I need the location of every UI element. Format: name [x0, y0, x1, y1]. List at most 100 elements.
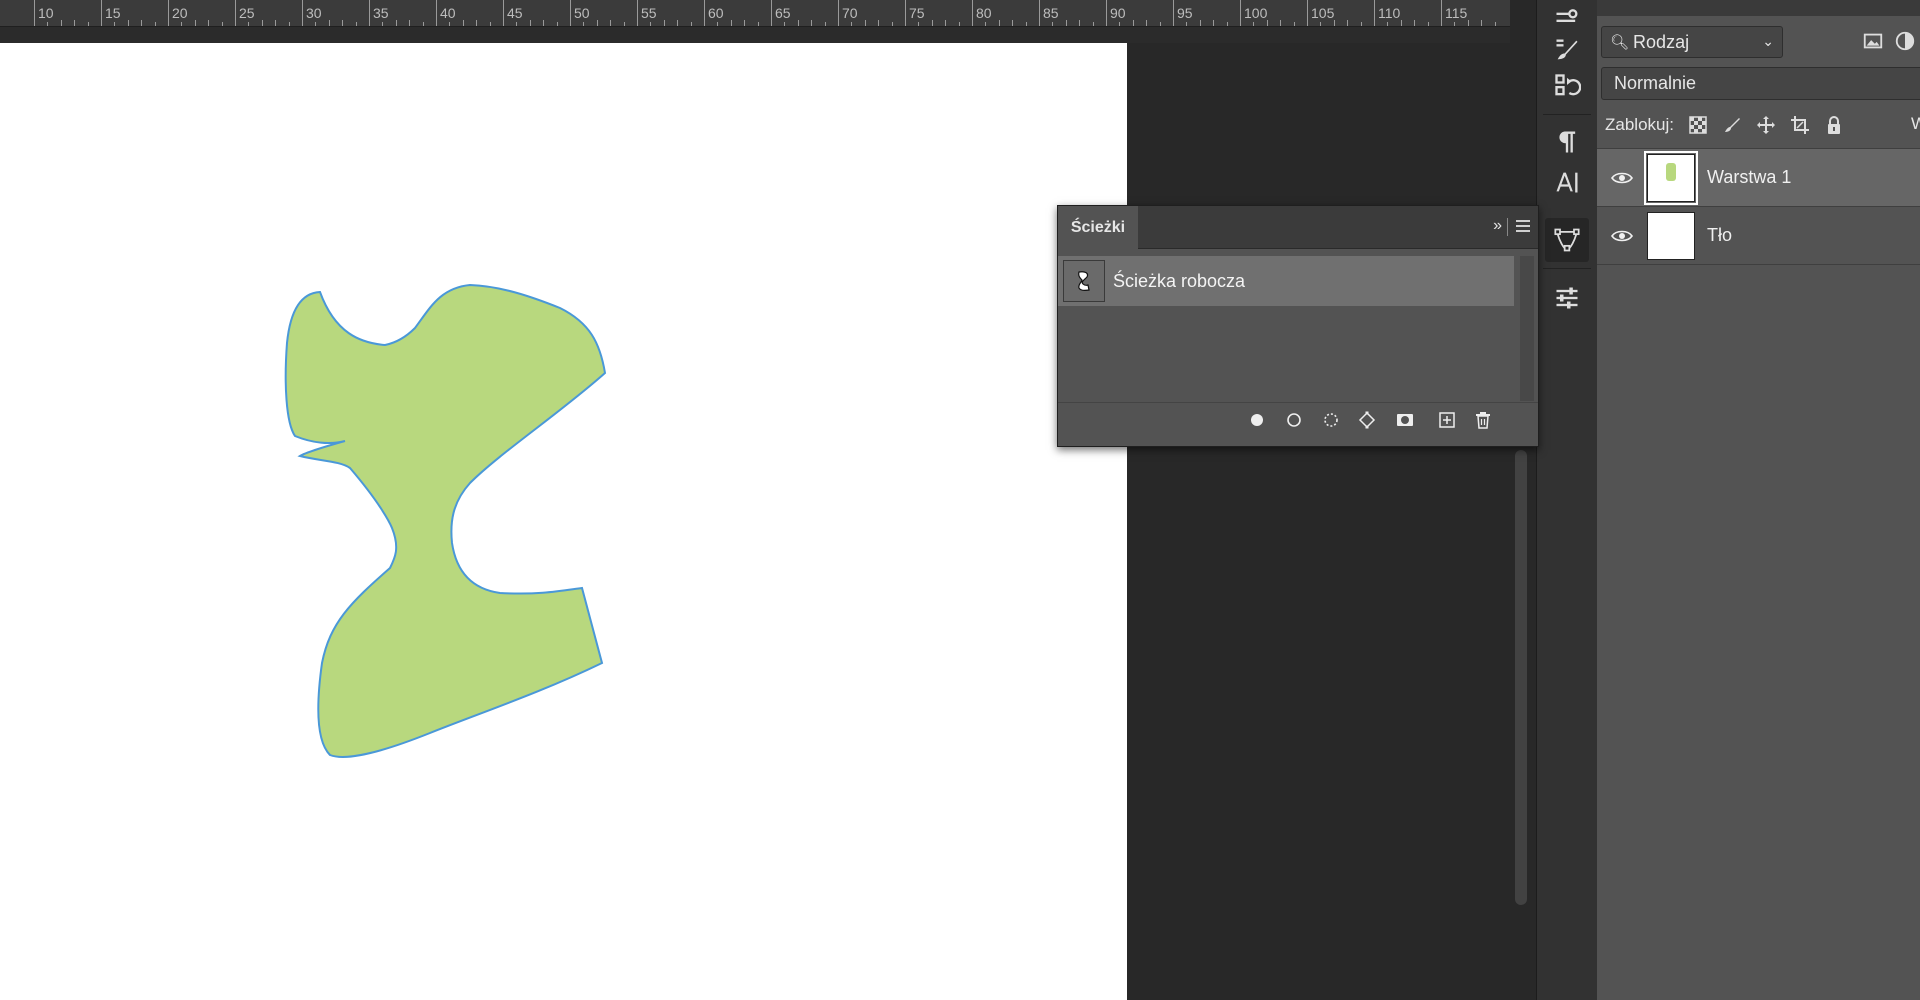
- layer-name: Tło: [1707, 225, 1733, 245]
- ruler-tick: [543, 20, 545, 26]
- ruler-tick: [382, 22, 384, 26]
- blend-mode-label: Normalnie: [1614, 73, 1697, 93]
- paths-icon[interactable]: [1545, 218, 1589, 262]
- ruler-number: 95: [1177, 5, 1193, 21]
- ruler-tick: [784, 22, 786, 26]
- ruler-tick: [302, 0, 303, 26]
- ruler-tick: [637, 0, 638, 26]
- ruler-tick: [1092, 22, 1094, 26]
- ruler-number: 25: [239, 5, 255, 21]
- search-icon: 🔍︎: [1610, 34, 1630, 51]
- ruler-tick: [529, 20, 531, 26]
- image-filter-icon[interactable]: [1862, 30, 1884, 52]
- ruler-number: 90: [1110, 5, 1126, 21]
- ruler-tick: [436, 0, 437, 26]
- fill-path-icon[interactable]: [1246, 409, 1268, 431]
- lock-transparency-icon[interactable]: [1688, 115, 1708, 135]
- lock-position-icon[interactable]: [1756, 115, 1776, 135]
- ruler-tick: [878, 20, 880, 26]
- panel-menu-icon[interactable]: [1516, 220, 1530, 235]
- ruler-tick: [811, 20, 813, 26]
- ruler-number: 80: [976, 5, 992, 21]
- ruler-tick: [650, 22, 652, 26]
- make-work-path-icon[interactable]: [1356, 409, 1378, 431]
- visibility-eye-icon[interactable]: [1597, 171, 1647, 185]
- path-name: Ścieżka robocza: [1113, 270, 1246, 291]
- lock-artboard-icon[interactable]: [1790, 115, 1810, 135]
- ruler-tick: [730, 20, 732, 26]
- history-icon[interactable]: [1545, 64, 1589, 108]
- ruler-tick: [610, 20, 612, 26]
- layer-kind-filter[interactable]: 🔍︎ Rodzaj ⌄: [1601, 26, 1783, 58]
- tab-paths[interactable]: Ścieżki: [1058, 206, 1138, 249]
- adjustments-icon[interactable]: [1545, 276, 1589, 320]
- adjustment-filter-icon[interactable]: [1894, 30, 1916, 52]
- blend-mode-select[interactable]: Normalnie: [1601, 67, 1920, 100]
- chevron-down-icon: ⌄: [1762, 33, 1774, 49]
- ruler-tick: [449, 22, 451, 26]
- horizontal-ruler[interactable]: 10 15 20 25 30 35 40 45 50 55 60 65 70 75 80 85 90 95 100 1…: [0, 0, 1510, 27]
- ruler-tick: [663, 20, 665, 26]
- ruler-tick: [757, 22, 759, 26]
- ruler-tick: [945, 20, 947, 26]
- ruler-tick: [864, 20, 866, 26]
- ruler-number: 40: [440, 5, 456, 21]
- ruler-tick: [690, 22, 692, 26]
- ruler-number: 65: [775, 5, 791, 21]
- ruler-tick: [771, 0, 772, 26]
- paragraph-icon[interactable]: [1545, 120, 1589, 164]
- ruler-number: 45: [507, 5, 523, 21]
- layers-panel-tabbar: [1597, 0, 1920, 16]
- layer-row-tlo[interactable]: Tło: [1597, 207, 1920, 264]
- ruler-tick: [1039, 0, 1040, 26]
- ruler-tick: [369, 0, 370, 26]
- ruler-tick: [1119, 22, 1121, 26]
- ruler-tick: [462, 20, 464, 26]
- ruler-tick: [168, 0, 169, 26]
- ruler-tick: [1199, 20, 1201, 26]
- load-as-selection-icon[interactable]: [1320, 409, 1342, 431]
- ruler-tick: [744, 20, 746, 26]
- ruler-tick: [194, 20, 196, 26]
- collapse-panel-icon[interactable]: »: [1493, 217, 1502, 235]
- stroke-path-icon[interactable]: [1283, 409, 1305, 431]
- ruler-tick: [851, 22, 853, 26]
- ruler-tick: [824, 22, 826, 26]
- canvas-vertical-scrollbar[interactable]: [1515, 450, 1527, 905]
- ruler-tick: [101, 0, 102, 26]
- visibility-eye-icon[interactable]: [1597, 229, 1647, 243]
- ruler-tick: [355, 22, 357, 26]
- delete-path-icon[interactable]: [1472, 409, 1494, 431]
- ruler-tick: [1454, 22, 1456, 26]
- canvas[interactable]: [0, 43, 1127, 1000]
- ruler-number: 105: [1311, 5, 1335, 21]
- ruler-tick: [891, 22, 893, 26]
- paths-panel-title: Ścieżki: [1070, 218, 1126, 236]
- ruler-tick: [1360, 22, 1362, 26]
- layer-row-warstwa-1[interactable]: Warstwa 1: [1597, 149, 1920, 206]
- ruler-tick: [127, 20, 129, 26]
- paths-panel-scrollbar[interactable]: [1520, 256, 1534, 401]
- ruler-tick: [60, 20, 62, 26]
- ruler-tick: [1146, 20, 1148, 26]
- ruler-tick: [328, 20, 330, 26]
- ruler-tick: [1012, 20, 1014, 26]
- path-row-work-path[interactable]: Ścieżka robocza: [1058, 256, 1514, 306]
- character-icon[interactable]: [1545, 160, 1589, 204]
- ruler-tick: [1293, 22, 1295, 26]
- layer-thumbnail: [1647, 211, 1695, 260]
- add-mask-icon[interactable]: [1394, 409, 1416, 431]
- lock-pixels-icon[interactable]: [1722, 115, 1742, 135]
- ruler-tick: [154, 22, 156, 26]
- green-shape[interactable]: [284, 283, 607, 758]
- ruler-number: 15: [105, 5, 121, 21]
- canvas-shape-layer: [284, 283, 607, 758]
- ruler-tick: [47, 22, 49, 26]
- lock-all-icon[interactable]: [1824, 115, 1844, 135]
- ruler-tick: [275, 20, 277, 26]
- ruler-tick: [1320, 22, 1322, 26]
- ruler-tick: [34, 0, 35, 26]
- layer-thumbnail: [1644, 150, 1698, 205]
- ruler-number: 35: [373, 5, 389, 21]
- new-path-icon[interactable]: [1436, 409, 1458, 431]
